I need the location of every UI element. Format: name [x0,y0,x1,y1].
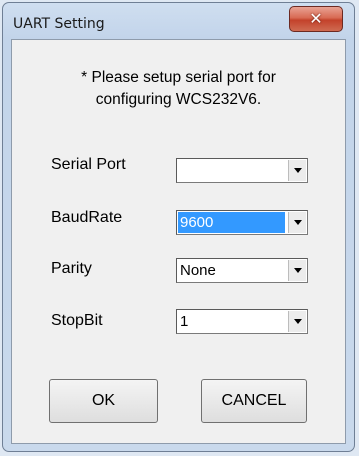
notice-line-1: * Please setup serial port for [81,69,276,86]
chevron-down-icon [293,319,302,324]
parity-select[interactable]: None [176,258,308,283]
ok-button[interactable]: OK [49,379,158,423]
serial-port-dropdown-button[interactable] [288,160,306,181]
chevron-down-icon [293,220,302,225]
uart-setting-dialog: UART Setting ✕ * Please setup serial por… [2,2,355,452]
close-icon: ✕ [309,9,323,28]
serial-port-label: Serial Port [51,156,126,173]
chevron-down-icon [293,268,302,273]
title-bar[interactable]: UART Setting ✕ [3,3,354,43]
parity-value: None [180,262,216,279]
stop-bit-label: StopBit [51,312,103,329]
stop-bit-value: 1 [180,313,189,330]
stop-bit-dropdown-button[interactable] [288,311,306,332]
chevron-down-icon [293,168,302,173]
dialog-body: * Please setup serial port for configuri… [11,39,346,444]
cancel-button[interactable]: CANCEL [201,379,307,423]
close-button[interactable]: ✕ [289,6,343,32]
setup-notice: * Please setup serial port for configuri… [12,67,345,111]
baud-rate-dropdown-button[interactable] [288,212,306,233]
window-title: UART Setting [13,16,105,32]
parity-dropdown-button[interactable] [288,260,306,281]
serial-port-value [178,160,285,181]
stop-bit-select[interactable]: 1 [176,309,308,334]
parity-label: Parity [51,260,92,277]
serial-port-select[interactable] [176,158,308,183]
baud-rate-value: 9600 [178,212,285,233]
notice-line-2: configuring WCS232V6. [95,91,262,108]
baud-rate-select[interactable]: 9600 [176,210,308,235]
baud-rate-label: BaudRate [51,209,123,226]
